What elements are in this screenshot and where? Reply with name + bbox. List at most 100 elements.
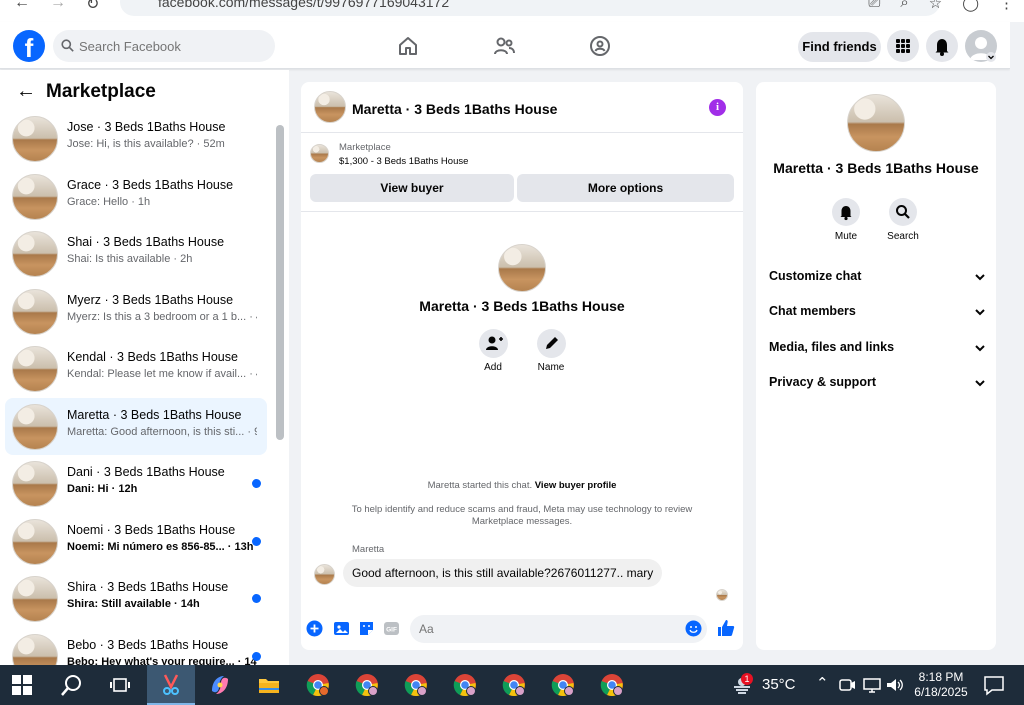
task-view-icon[interactable] xyxy=(108,673,132,697)
search-chat-action[interactable]: Search xyxy=(878,198,928,242)
details-section-row[interactable]: Privacy & support xyxy=(769,375,986,395)
conversation-item[interactable]: Kendal · 3 Beds 1Baths House Kendal: Plea… xyxy=(5,340,267,398)
zoom-icon[interactable]: ⌕ xyxy=(900,0,908,12)
chrome-window-icon[interactable] xyxy=(355,673,379,697)
chat-avatar[interactable] xyxy=(314,91,346,123)
conversation-avatar[interactable] xyxy=(12,633,58,665)
menu-grid-button[interactable] xyxy=(887,30,919,62)
conversation-avatar[interactable] xyxy=(12,461,58,507)
forward-icon[interactable]: → xyxy=(50,0,66,12)
conversation-item[interactable]: Grace · 3 Beds 1Baths House Grace: Hello … xyxy=(5,168,267,226)
temperature-text[interactable]: 35°C xyxy=(762,676,796,693)
find-friends-button[interactable]: Find friends xyxy=(798,32,881,62)
conversation-item[interactable]: Bebo · 3 Beds 1Baths House Bebo: Hey what… xyxy=(5,628,267,665)
chrome-window-icon[interactable] xyxy=(404,673,428,697)
profile-icon[interactable]: ◯ xyxy=(962,0,979,12)
search-input[interactable] xyxy=(79,30,269,62)
like-thumbs-up-icon[interactable] xyxy=(716,618,736,638)
windows-taskbar: 1 35°C ⌃ 8:18 PM 6/18/2025 xyxy=(0,665,1024,705)
name-action[interactable]: Name xyxy=(531,329,571,373)
photo-icon[interactable] xyxy=(333,620,350,637)
conversation-item[interactable]: Jose · 3 Beds 1Baths House Jose: Hi, is t… xyxy=(5,110,267,168)
conversation-avatar[interactable] xyxy=(12,518,58,565)
search-icon xyxy=(896,205,910,219)
conversation-name: Jose · 3 Beds 1Baths House xyxy=(67,120,226,134)
conversation-item[interactable]: Noemi · 3 Beds 1Baths House Noemi: Mi núm… xyxy=(5,513,267,571)
conversation-avatar[interactable] xyxy=(12,116,58,162)
conversation-avatar[interactable] xyxy=(12,403,58,450)
view-buyer-button[interactable]: View buyer xyxy=(310,174,514,202)
name-label: Name xyxy=(537,362,565,373)
message-bubble[interactable]: Good afternoon, is this still available?… xyxy=(343,559,663,587)
copilot-icon[interactable] xyxy=(208,673,232,697)
volume-icon[interactable] xyxy=(885,673,905,697)
chrome-window-icon[interactable] xyxy=(551,673,575,697)
notification-center-icon[interactable] xyxy=(982,673,1006,697)
conversation-avatar[interactable] xyxy=(12,231,58,277)
view-buyer-profile-link[interactable]: View buyer profile xyxy=(535,480,617,491)
conversation-name: Myerz · 3 Beds 1Baths House xyxy=(67,292,234,307)
conversation-avatar[interactable] xyxy=(12,288,58,335)
chat-title[interactable]: Maretta · 3 Beds 1Baths House xyxy=(352,101,557,117)
chrome-window-icon[interactable] xyxy=(502,673,526,697)
facebook-logo-icon[interactable]: f xyxy=(13,30,45,62)
more-options-button[interactable]: More options xyxy=(517,174,734,202)
groups-icon[interactable] xyxy=(588,34,612,58)
url-text[interactable]: facebook.com/messages/t/9976977169043172 xyxy=(158,0,449,10)
details-avatar[interactable] xyxy=(847,94,905,152)
chat-profile-avatar[interactable] xyxy=(498,244,546,292)
details-section-row[interactable]: Media, files and links xyxy=(769,340,986,360)
details-section-row[interactable]: Chat members xyxy=(769,304,986,324)
gif-icon[interactable]: GIF xyxy=(383,620,400,637)
plus-circle-icon[interactable] xyxy=(306,620,323,637)
windows-start-icon[interactable] xyxy=(12,675,32,695)
conversation-name: Kendal · 3 Beds 1Baths House xyxy=(67,350,238,364)
sidebar-scrollbar[interactable] xyxy=(276,110,284,660)
conversation-item[interactable]: Maretta · 3 Beds 1Baths House Maretta: Go… xyxy=(5,397,267,455)
friends-icon[interactable] xyxy=(492,34,516,58)
account-chevron-icon[interactable] xyxy=(986,52,996,62)
show-hidden-icons-chevron[interactable]: ⌃ xyxy=(816,674,829,692)
mute-action[interactable]: Mute xyxy=(821,198,871,242)
info-icon[interactable]: i xyxy=(709,99,726,116)
install-app-icon[interactable]: ⎚ xyxy=(868,0,880,12)
conversation-item[interactable]: Myerz · 3 Beds 1Baths House Myerz: Is thi… xyxy=(5,283,267,341)
clock[interactable]: 8:18 PM 6/18/2025 xyxy=(906,670,976,700)
conversation-preview: Maretta: Good afternoon, is this sti... … xyxy=(67,425,257,438)
menu-icon[interactable]: ⋮ xyxy=(999,0,1014,12)
conversation-sidebar: ← Marketplace Jose · 3 Beds 1Baths House… xyxy=(0,70,289,665)
meet-now-icon[interactable] xyxy=(838,673,856,697)
back-arrow-icon[interactable]: ← xyxy=(16,80,36,103)
listing-title[interactable]: $1,300 - 3 Beds 1Baths House xyxy=(339,156,468,167)
back-icon[interactable]: ← xyxy=(14,0,30,12)
sticker-icon[interactable] xyxy=(358,620,375,637)
search-box[interactable] xyxy=(53,30,275,62)
conversation-name: Maretta · 3 Beds 1Baths House xyxy=(67,407,242,422)
chat-header: Maretta · 3 Beds 1Baths House i xyxy=(301,82,743,133)
details-section-row[interactable]: Customize chat xyxy=(769,269,986,289)
bookmark-star-icon[interactable]: ☆ xyxy=(929,0,942,12)
search-taskbar-icon[interactable] xyxy=(60,673,84,697)
file-explorer-icon[interactable] xyxy=(257,673,281,697)
scrollbar-thumb[interactable] xyxy=(276,125,284,440)
snipping-tool-icon[interactable] xyxy=(159,673,183,697)
network-icon[interactable] xyxy=(862,673,882,697)
conversation-avatar[interactable] xyxy=(12,173,58,220)
listing-thumbnail[interactable] xyxy=(310,144,329,163)
notifications-button[interactable] xyxy=(926,30,958,62)
conversation-item[interactable]: Dani · 3 Beds 1Baths House Dani: Hi · 12h xyxy=(5,455,267,513)
message-input[interactable] xyxy=(410,615,707,643)
chrome-window-icon[interactable] xyxy=(453,673,477,697)
chrome-window-icon[interactable] xyxy=(600,673,624,697)
message-sender-avatar[interactable] xyxy=(314,564,335,585)
chrome-window-icon[interactable] xyxy=(306,673,330,697)
emoji-icon[interactable] xyxy=(685,620,702,637)
reload-icon[interactable]: ↻ xyxy=(86,0,99,14)
home-icon[interactable] xyxy=(396,34,420,58)
conversation-item[interactable]: Shira · 3 Beds 1Baths House Shira: Still … xyxy=(5,570,267,628)
page-scrollbar[interactable] xyxy=(1010,22,1024,665)
conversation-item[interactable]: Shai · 3 Beds 1Baths House Shai: Is this … xyxy=(5,225,267,283)
conversation-avatar[interactable] xyxy=(12,576,58,622)
add-people-action[interactable]: Add xyxy=(473,329,513,373)
conversation-avatar[interactable] xyxy=(12,346,58,392)
